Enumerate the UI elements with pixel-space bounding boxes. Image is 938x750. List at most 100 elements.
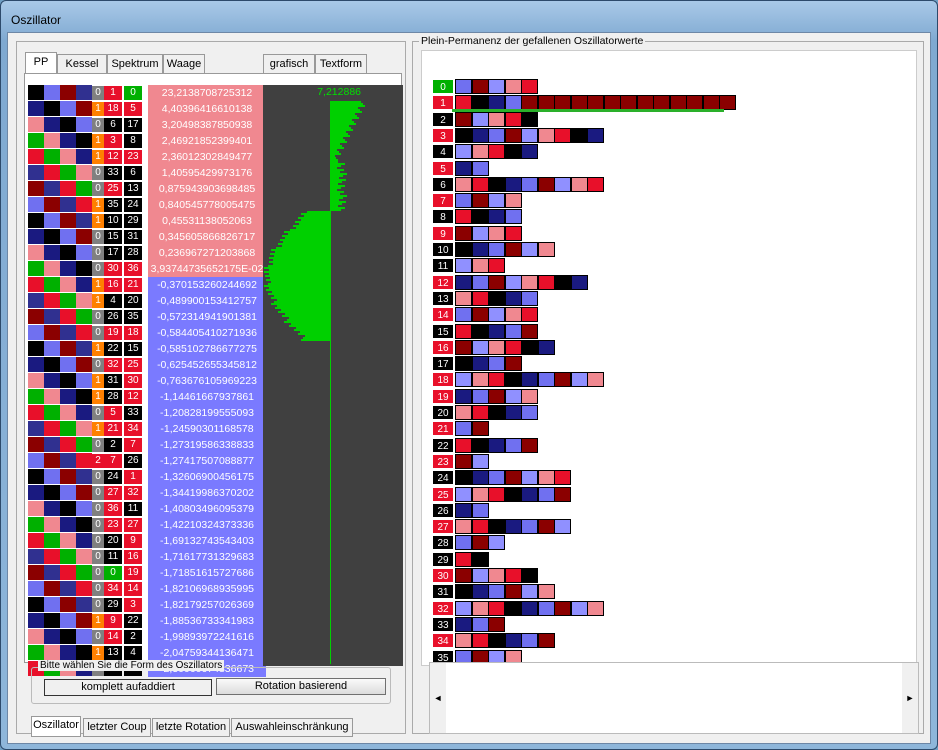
color-cell: [28, 613, 44, 628]
color-cell: [76, 453, 92, 468]
permanenz-cell: [488, 274, 505, 290]
scroll-right-icon[interactable]: ►: [902, 663, 918, 733]
color-cell: [44, 213, 60, 228]
tab-oszillator[interactable]: Oszillator: [31, 716, 81, 737]
table-row[interactable]: 0 32 25 -0,625452655345812: [28, 357, 266, 373]
btn-komplett-aufaddiert[interactable]: komplett aufaddiert: [44, 679, 212, 696]
permanenz-cell: [521, 144, 538, 160]
group-number: 1: [92, 646, 104, 660]
group-number: 0: [92, 230, 104, 244]
table-row[interactable]: 0 26 35 -0,572314941901381: [28, 309, 266, 325]
color-cell: [44, 549, 60, 564]
color-cell: [60, 85, 76, 100]
table-row[interactable]: 1 21 34 -1,24590301168578: [28, 421, 266, 437]
oscillator-value: -1,88536733341983: [148, 613, 266, 629]
color-cell: [28, 85, 44, 100]
kessel-number: 15: [124, 342, 142, 356]
tab-waage[interactable]: Waage: [163, 54, 205, 73]
color-cell: [60, 261, 76, 276]
kessel-number: 5: [124, 102, 142, 116]
table-row[interactable]: 0 6 17 3,20498387850938: [28, 117, 266, 133]
table-row[interactable]: 1 18 5 4,40396416610138: [28, 101, 266, 117]
tab-textform[interactable]: Textform: [315, 54, 367, 73]
tab-spektrum[interactable]: Spektrum: [107, 54, 163, 73]
color-cell: [76, 597, 92, 612]
oscillator-value: -2,04759344136471: [148, 645, 266, 661]
color-cell: [60, 181, 76, 196]
btn-rotation-basierend[interactable]: Rotation basierend: [216, 678, 386, 695]
permanenz-number: 11: [432, 258, 454, 274]
permanenz-cell: [521, 388, 538, 404]
tab-auswahleinschraenkung[interactable]: Auswahleinschränkung: [231, 718, 353, 737]
kessel-number: 35: [124, 310, 142, 324]
table-row[interactable]: 0 29 3 -1,82179257026369: [28, 597, 266, 613]
table-row[interactable]: 0 11 16 -1,71617731329683: [28, 549, 266, 565]
tab-letzte-rotation[interactable]: letzte Rotation: [152, 718, 230, 737]
color-cell: [44, 565, 60, 580]
permanenz-cell: [504, 242, 522, 257]
table-row[interactable]: 0 24 1 -1,32606900456175: [28, 469, 266, 485]
scroll-left-icon[interactable]: ◄: [430, 663, 446, 733]
table-row[interactable]: 1 31 30 -0,763676105969223: [28, 373, 266, 389]
permanenz-cell: [455, 486, 472, 502]
permanenz-cell: [554, 127, 571, 143]
group-number: 0: [92, 326, 104, 340]
permanenz-number: 2: [432, 111, 454, 127]
color-cell: [28, 133, 44, 148]
permanenz-cell: [488, 372, 505, 388]
permanenz-cell: [471, 616, 489, 632]
color-cell: [44, 501, 60, 516]
window-title: Oszillator: [11, 13, 62, 27]
table-row[interactable]: 0 23 27 -1,42210324373336: [28, 517, 266, 533]
oscillator-value: 2,36012302849477: [148, 149, 266, 165]
permanenz-number: 21: [432, 421, 454, 437]
table-row[interactable]: 1 35 24 0,840545778005475: [28, 197, 266, 213]
table-row[interactable]: 0 17 28 0,236967271203868: [28, 245, 266, 261]
permanenz-number: 0: [432, 79, 454, 94]
permanenz-number: 4: [432, 144, 454, 160]
permanenz-cell: [554, 486, 571, 502]
table-row[interactable]: 1 3 8 2,46921852399401: [28, 133, 266, 149]
table-row[interactable]: 1 12 23 2,36012302849477: [28, 149, 266, 165]
table-row[interactable]: 1 4 20 -0,489900153412757: [28, 293, 266, 309]
permanenz-cell: [488, 339, 505, 355]
table-row[interactable]: 0 36 11 -1,40803496095379: [28, 501, 266, 517]
table-row[interactable]: 0 2 7 -1,27319586338833: [28, 437, 266, 453]
table-row[interactable]: 0 30 36 3,93744735652175E-02: [28, 261, 266, 277]
kessel-number: 18: [124, 326, 142, 340]
color-cell: [28, 597, 44, 612]
tab-grafisch[interactable]: grafisch: [263, 54, 315, 73]
table-row[interactable]: 1 28 12 -1,14461667937861: [28, 389, 266, 405]
permanenz-cell: [455, 356, 472, 372]
table-row[interactable]: 1 13 4 -2,04759344136471: [28, 645, 266, 661]
table-row[interactable]: 0 27 32 -1,34419986370202: [28, 485, 266, 501]
group-number: 0: [92, 262, 104, 276]
table-row[interactable]: 0 34 14 -1,82106968935995: [28, 581, 266, 597]
permanenz-cell: [587, 127, 604, 143]
table-row[interactable]: 0 1 0 23,2138708725312: [28, 85, 266, 101]
permanenz-cell: [471, 290, 489, 306]
table-row[interactable]: 1 22 15 -0,585102786677275: [28, 341, 266, 357]
table-row[interactable]: 0 15 31 0,345605866826717: [28, 229, 266, 245]
table-row[interactable]: 0 0 19 -1,71851615727686: [28, 565, 266, 581]
permanenz-number: 7: [432, 193, 454, 209]
table-row[interactable]: 2 7 26 -1,27417507088877: [28, 453, 266, 469]
horizontal-scrollbar[interactable]: ◄ ►: [429, 662, 919, 734]
table-row[interactable]: 1 16 21 -0,370153260244692: [28, 277, 266, 293]
table-row[interactable]: 0 25 13 0,875943903698485: [28, 181, 266, 197]
permanenz-cell: [455, 79, 472, 94]
color-cell: [76, 357, 92, 372]
tab-letzter-coup[interactable]: letzter Coup: [83, 718, 151, 737]
tab-kessel[interactable]: Kessel: [57, 54, 107, 73]
permanenz-number: 3: [432, 127, 454, 143]
table-row[interactable]: 0 20 9 -1,69132743543403: [28, 533, 266, 549]
tab-pp[interactable]: PP: [25, 52, 57, 73]
table-row[interactable]: 0 14 2 -1,99893972241616: [28, 629, 266, 645]
table-row[interactable]: 0 19 18 -0,584405410271936: [28, 325, 266, 341]
table-row[interactable]: 0 33 6 1,40595429973176: [28, 165, 266, 181]
color-cell: [28, 517, 44, 532]
table-row[interactable]: 1 10 29 0,45531138052063: [28, 213, 266, 229]
table-row[interactable]: 0 5 33 -1,20828199555093: [28, 405, 266, 421]
color-cell: [76, 581, 92, 596]
table-row[interactable]: 1 9 22 -1,88536733341983: [28, 613, 266, 629]
